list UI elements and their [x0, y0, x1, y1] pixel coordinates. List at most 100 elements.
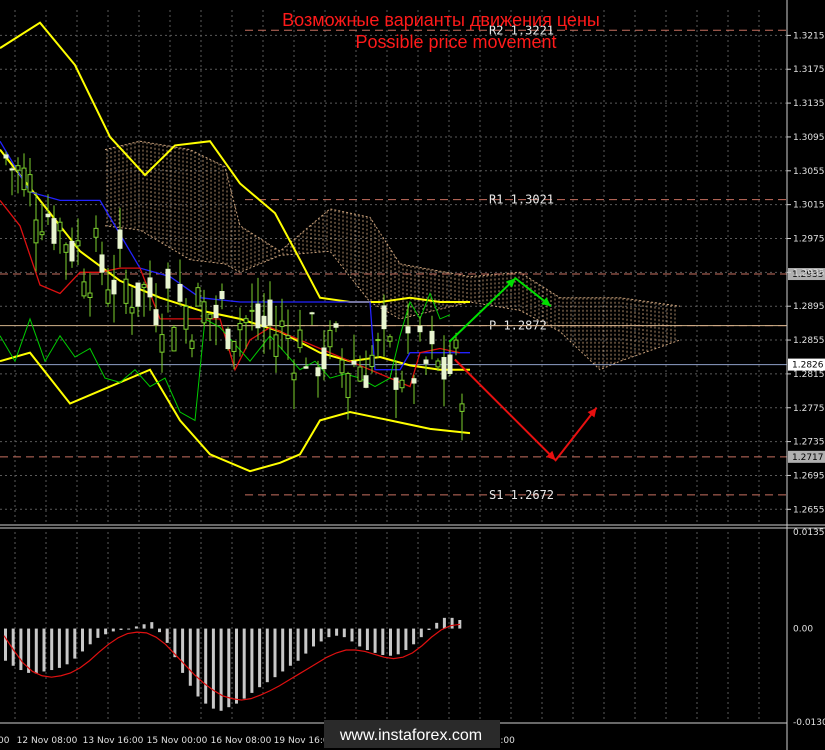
- candle-body: [87, 292, 93, 299]
- y-tick-label: 1.3175: [793, 65, 825, 75]
- histogram-bar: [204, 628, 208, 704]
- y-tick-label: 1.2815: [793, 370, 825, 380]
- histogram-bar: [312, 628, 315, 647]
- candle-body: [15, 165, 21, 171]
- candle-body: [243, 318, 249, 324]
- candles: [3, 151, 465, 441]
- histogram-bar: [57, 628, 61, 668]
- y-tick-label: 1.2655: [793, 505, 825, 515]
- candle-body: [309, 312, 315, 315]
- candle-body: [123, 278, 129, 304]
- candle-body: [231, 341, 237, 352]
- candle-body: [279, 320, 285, 328]
- x-tick-label: 13 Nov 16:00: [83, 736, 144, 746]
- histogram-bar: [81, 628, 84, 652]
- candle-body: [153, 309, 159, 326]
- candle-body: [387, 336, 393, 342]
- candle-body: [351, 360, 357, 365]
- histogram-bar: [196, 628, 200, 697]
- histogram-bar: [219, 628, 223, 711]
- forecast-arrows: [448, 276, 598, 462]
- histogram-bar: [365, 628, 369, 651]
- histogram-bar: [281, 628, 285, 672]
- candle-body: [63, 244, 69, 253]
- histogram-bar: [335, 628, 339, 636]
- histogram-bar: [442, 617, 446, 629]
- candle-body: [207, 313, 213, 320]
- histogram-bar: [65, 628, 69, 665]
- histogram-bar: [419, 628, 423, 638]
- candle-body: [441, 357, 447, 380]
- candle-body: [393, 377, 399, 390]
- price-marker-label: 1.2717: [792, 453, 824, 463]
- grid: [0, 10, 787, 722]
- candle-body: [459, 403, 465, 412]
- ichimoku-cloud: [104, 140, 681, 371]
- candle-body: [267, 299, 273, 326]
- candle-body: [261, 315, 267, 328]
- candle-body: [171, 326, 177, 352]
- candle-body: [21, 167, 27, 191]
- histogram-bar: [242, 628, 246, 699]
- chart-title: Возможные варианты движения цены: [282, 10, 600, 30]
- histogram-bar: [73, 628, 77, 659]
- candle-body: [75, 240, 81, 247]
- candle-body: [147, 277, 153, 298]
- histogram-bar: [50, 628, 54, 671]
- candle-body: [57, 221, 63, 232]
- y-tick-label: 1.3135: [793, 99, 825, 109]
- histogram-bar: [258, 628, 262, 688]
- candle-body: [285, 335, 291, 339]
- histogram-bar: [119, 628, 123, 631]
- candle-body: [141, 283, 147, 288]
- histogram-bar: [389, 628, 392, 656]
- candle-body: [27, 174, 33, 193]
- histogram-bar: [304, 628, 308, 654]
- osc-tick-label: -0.01307: [793, 718, 825, 728]
- candle-body: [333, 323, 339, 328]
- histogram-bar: [435, 622, 439, 629]
- candle-body: [129, 307, 135, 314]
- candle-body: [423, 359, 429, 364]
- tenkan-line: [0, 199, 461, 388]
- histogram-bar: [158, 628, 161, 633]
- x-tick-label: 12 Nov 08:00: [17, 736, 78, 746]
- histogram-bar: [150, 622, 154, 629]
- y-tick-label: 1.2975: [793, 234, 825, 244]
- histogram-bar: [88, 628, 92, 645]
- histogram-bar: [19, 628, 23, 671]
- pivot-label: R1 1.3021: [489, 193, 554, 207]
- histogram-bar: [111, 628, 115, 632]
- histogram-bar: [396, 628, 400, 655]
- candle-body: [135, 282, 141, 307]
- candle-body: [357, 366, 363, 382]
- histogram-bar: [412, 628, 416, 645]
- histogram-bar: [327, 628, 331, 638]
- candle-body: [33, 219, 39, 244]
- osc-tick-label: 0.00: [793, 625, 813, 635]
- histogram-bar: [227, 628, 231, 708]
- candle-body: [429, 330, 435, 345]
- pivot-levels: R2 1.3221R1 1.3021P 1.2872S1 1.26721.293…: [0, 23, 825, 502]
- histogram-bar: [404, 628, 408, 651]
- candle-body: [297, 329, 303, 349]
- candle-body: [345, 373, 351, 399]
- histogram-bar: [288, 628, 292, 666]
- y-tick-label: 1.2855: [793, 336, 825, 346]
- x-tick-label: 16 Nov 08:00: [211, 736, 272, 746]
- candle-body: [201, 301, 207, 324]
- histogram-bar: [296, 628, 300, 661]
- candle-body: [249, 309, 255, 312]
- histogram-bar: [250, 628, 254, 693]
- candle-body: [375, 339, 381, 342]
- y-tick-label: 1.3095: [793, 133, 825, 143]
- candle-body: [291, 372, 297, 381]
- osc-tick-label: 0.01351: [793, 528, 825, 538]
- candle-body: [315, 367, 321, 377]
- candle-body: [447, 354, 453, 374]
- candle-body: [213, 304, 219, 319]
- candle-body: [195, 287, 201, 307]
- y-tick-label: 1.2895: [793, 302, 825, 312]
- histogram-bar: [134, 626, 138, 629]
- histogram-bar: [342, 628, 346, 638]
